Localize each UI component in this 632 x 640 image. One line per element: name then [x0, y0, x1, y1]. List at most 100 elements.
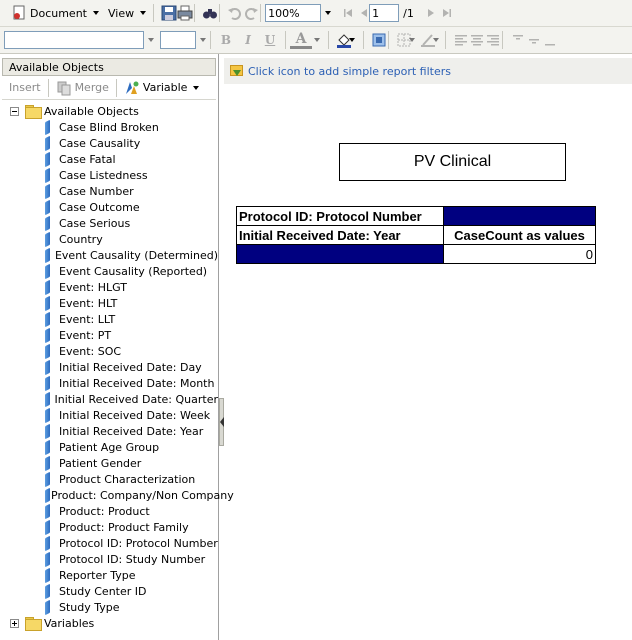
- font-color-dropdown-icon[interactable]: [314, 38, 320, 42]
- object-item[interactable]: Event: LLT: [0, 311, 218, 327]
- object-item[interactable]: Initial Received Date: Year: [0, 423, 218, 439]
- toolbar-separator: [388, 31, 389, 49]
- object-label: Protocol ID: Protocol Number: [59, 536, 218, 550]
- tree-root-label: Available Objects: [44, 104, 139, 118]
- object-item[interactable]: Event: PT: [0, 327, 218, 343]
- column-header-cell[interactable]: [443, 206, 596, 226]
- object-item[interactable]: Country: [0, 231, 218, 247]
- border-style-icon[interactable]: [417, 32, 435, 48]
- font-size-input[interactable]: [160, 31, 196, 49]
- fill-color-icon[interactable]: [333, 32, 351, 48]
- dimension-icon: [44, 281, 52, 294]
- object-item[interactable]: Protocol ID: Protocol Number: [0, 535, 218, 551]
- object-item[interactable]: Case Outcome: [0, 199, 218, 215]
- object-item[interactable]: Initial Received Date: Month: [0, 375, 218, 391]
- panel-splitter-handle[interactable]: [219, 398, 224, 446]
- row-header-protocol-number[interactable]: Protocol ID: Protocol Number: [236, 206, 444, 226]
- toolbar-separator: [285, 31, 286, 49]
- object-item[interactable]: Event: HLGT: [0, 279, 218, 295]
- measure-header[interactable]: CaseCount as values: [443, 225, 596, 245]
- last-page-icon[interactable]: [436, 5, 452, 21]
- tree-root-variables[interactable]: Variables: [0, 615, 218, 631]
- filter-icon[interactable]: [228, 64, 244, 78]
- chevron-down-icon: [193, 85, 200, 90]
- row-dimension-cell[interactable]: [236, 244, 444, 264]
- object-item[interactable]: Product: Product Family: [0, 519, 218, 535]
- crosstab[interactable]: Protocol ID: Protocol Number Initial Rec…: [236, 206, 596, 264]
- object-item[interactable]: Initial Received Date: Quarter: [0, 391, 218, 407]
- object-item[interactable]: Study Type: [0, 599, 218, 615]
- redo-icon[interactable]: [240, 5, 259, 21]
- save-icon[interactable]: [158, 5, 177, 21]
- zoom-input[interactable]: [265, 4, 322, 22]
- bold-button[interactable]: B: [215, 30, 237, 50]
- object-item[interactable]: Product: Product: [0, 503, 218, 519]
- object-item[interactable]: Event: SOC: [0, 343, 218, 359]
- document-menu-label: Document: [30, 6, 87, 20]
- object-item[interactable]: Reporter Type: [0, 567, 218, 583]
- insert-button[interactable]: Insert: [6, 77, 44, 99]
- align-center-icon[interactable]: [466, 32, 483, 48]
- next-page-icon[interactable]: [420, 5, 436, 21]
- object-item[interactable]: Case Causality: [0, 135, 218, 151]
- object-item[interactable]: Initial Received Date: Week: [0, 407, 218, 423]
- dimension-icon: [44, 217, 52, 230]
- report-title[interactable]: PV Clinical: [339, 143, 566, 181]
- object-item[interactable]: Study Center ID: [0, 583, 218, 599]
- measure-value[interactable]: 0: [443, 244, 596, 264]
- previous-page-icon[interactable]: [353, 5, 369, 21]
- expand-icon[interactable]: [10, 618, 19, 628]
- toolbar-separator: [260, 4, 262, 22]
- collapse-icon[interactable]: [10, 106, 19, 116]
- dimension-icon: [44, 201, 52, 214]
- variables-label: Variables: [44, 616, 95, 630]
- object-item[interactable]: Event: HLT: [0, 295, 218, 311]
- borders-icon[interactable]: [393, 32, 411, 48]
- object-item[interactable]: Product: Company/Non Company: [0, 487, 234, 503]
- object-label: Case Serious: [59, 216, 131, 230]
- background-image-icon[interactable]: [368, 32, 386, 48]
- object-item[interactable]: Event Causality (Determined): [0, 247, 218, 263]
- object-item[interactable]: Case Fatal: [0, 151, 218, 167]
- font-color-button[interactable]: A: [290, 31, 312, 49]
- italic-button[interactable]: I: [237, 30, 259, 50]
- object-label: Product: Product Family: [59, 520, 189, 534]
- object-item[interactable]: Product Characterization: [0, 471, 218, 487]
- row-header-received-year[interactable]: Initial Received Date: Year: [236, 225, 444, 245]
- page-number-input[interactable]: [369, 4, 400, 22]
- font-name-input[interactable]: [4, 31, 144, 49]
- underline-button[interactable]: U: [259, 30, 281, 50]
- dimension-icon: [44, 233, 52, 246]
- variable-icon: [124, 80, 140, 96]
- align-bottom-icon[interactable]: [539, 32, 555, 48]
- object-item[interactable]: Case Number: [0, 183, 218, 199]
- align-right-icon[interactable]: [482, 32, 499, 48]
- find-icon[interactable]: [199, 5, 218, 21]
- zoom-dropdown-icon[interactable]: [325, 11, 332, 15]
- document-menu[interactable]: Document: [8, 2, 102, 24]
- align-left-icon[interactable]: [450, 32, 467, 48]
- undo-icon[interactable]: [224, 5, 242, 21]
- align-middle-icon[interactable]: [523, 32, 539, 48]
- align-top-icon[interactable]: [507, 32, 523, 48]
- font-name-dropdown-icon[interactable]: [148, 38, 154, 42]
- merge-button[interactable]: Merge: [53, 77, 112, 99]
- tree-root-available-objects[interactable]: Available Objects: [0, 103, 218, 119]
- object-label: Reporter Type: [59, 568, 136, 582]
- object-item[interactable]: Case Listedness: [0, 167, 218, 183]
- object-item[interactable]: Initial Received Date: Day: [0, 359, 218, 375]
- object-item[interactable]: Case Serious: [0, 215, 218, 231]
- object-item[interactable]: Event Causality (Reported): [0, 263, 218, 279]
- chevron-down-icon: [140, 11, 147, 15]
- first-page-icon[interactable]: [337, 5, 353, 21]
- print-icon[interactable]: [174, 5, 193, 21]
- view-menu[interactable]: View: [102, 2, 149, 24]
- font-size-dropdown-icon[interactable]: [200, 38, 206, 42]
- object-label: Study Type: [59, 600, 120, 614]
- object-item[interactable]: Patient Age Group: [0, 439, 218, 455]
- report-filter-bar[interactable]: Click icon to add simple report filters: [224, 58, 632, 84]
- object-item[interactable]: Protocol ID: Study Number: [0, 551, 218, 567]
- variable-button[interactable]: Variable: [121, 77, 203, 99]
- object-item[interactable]: Patient Gender: [0, 455, 218, 471]
- object-item[interactable]: Case Blind Broken: [0, 119, 218, 135]
